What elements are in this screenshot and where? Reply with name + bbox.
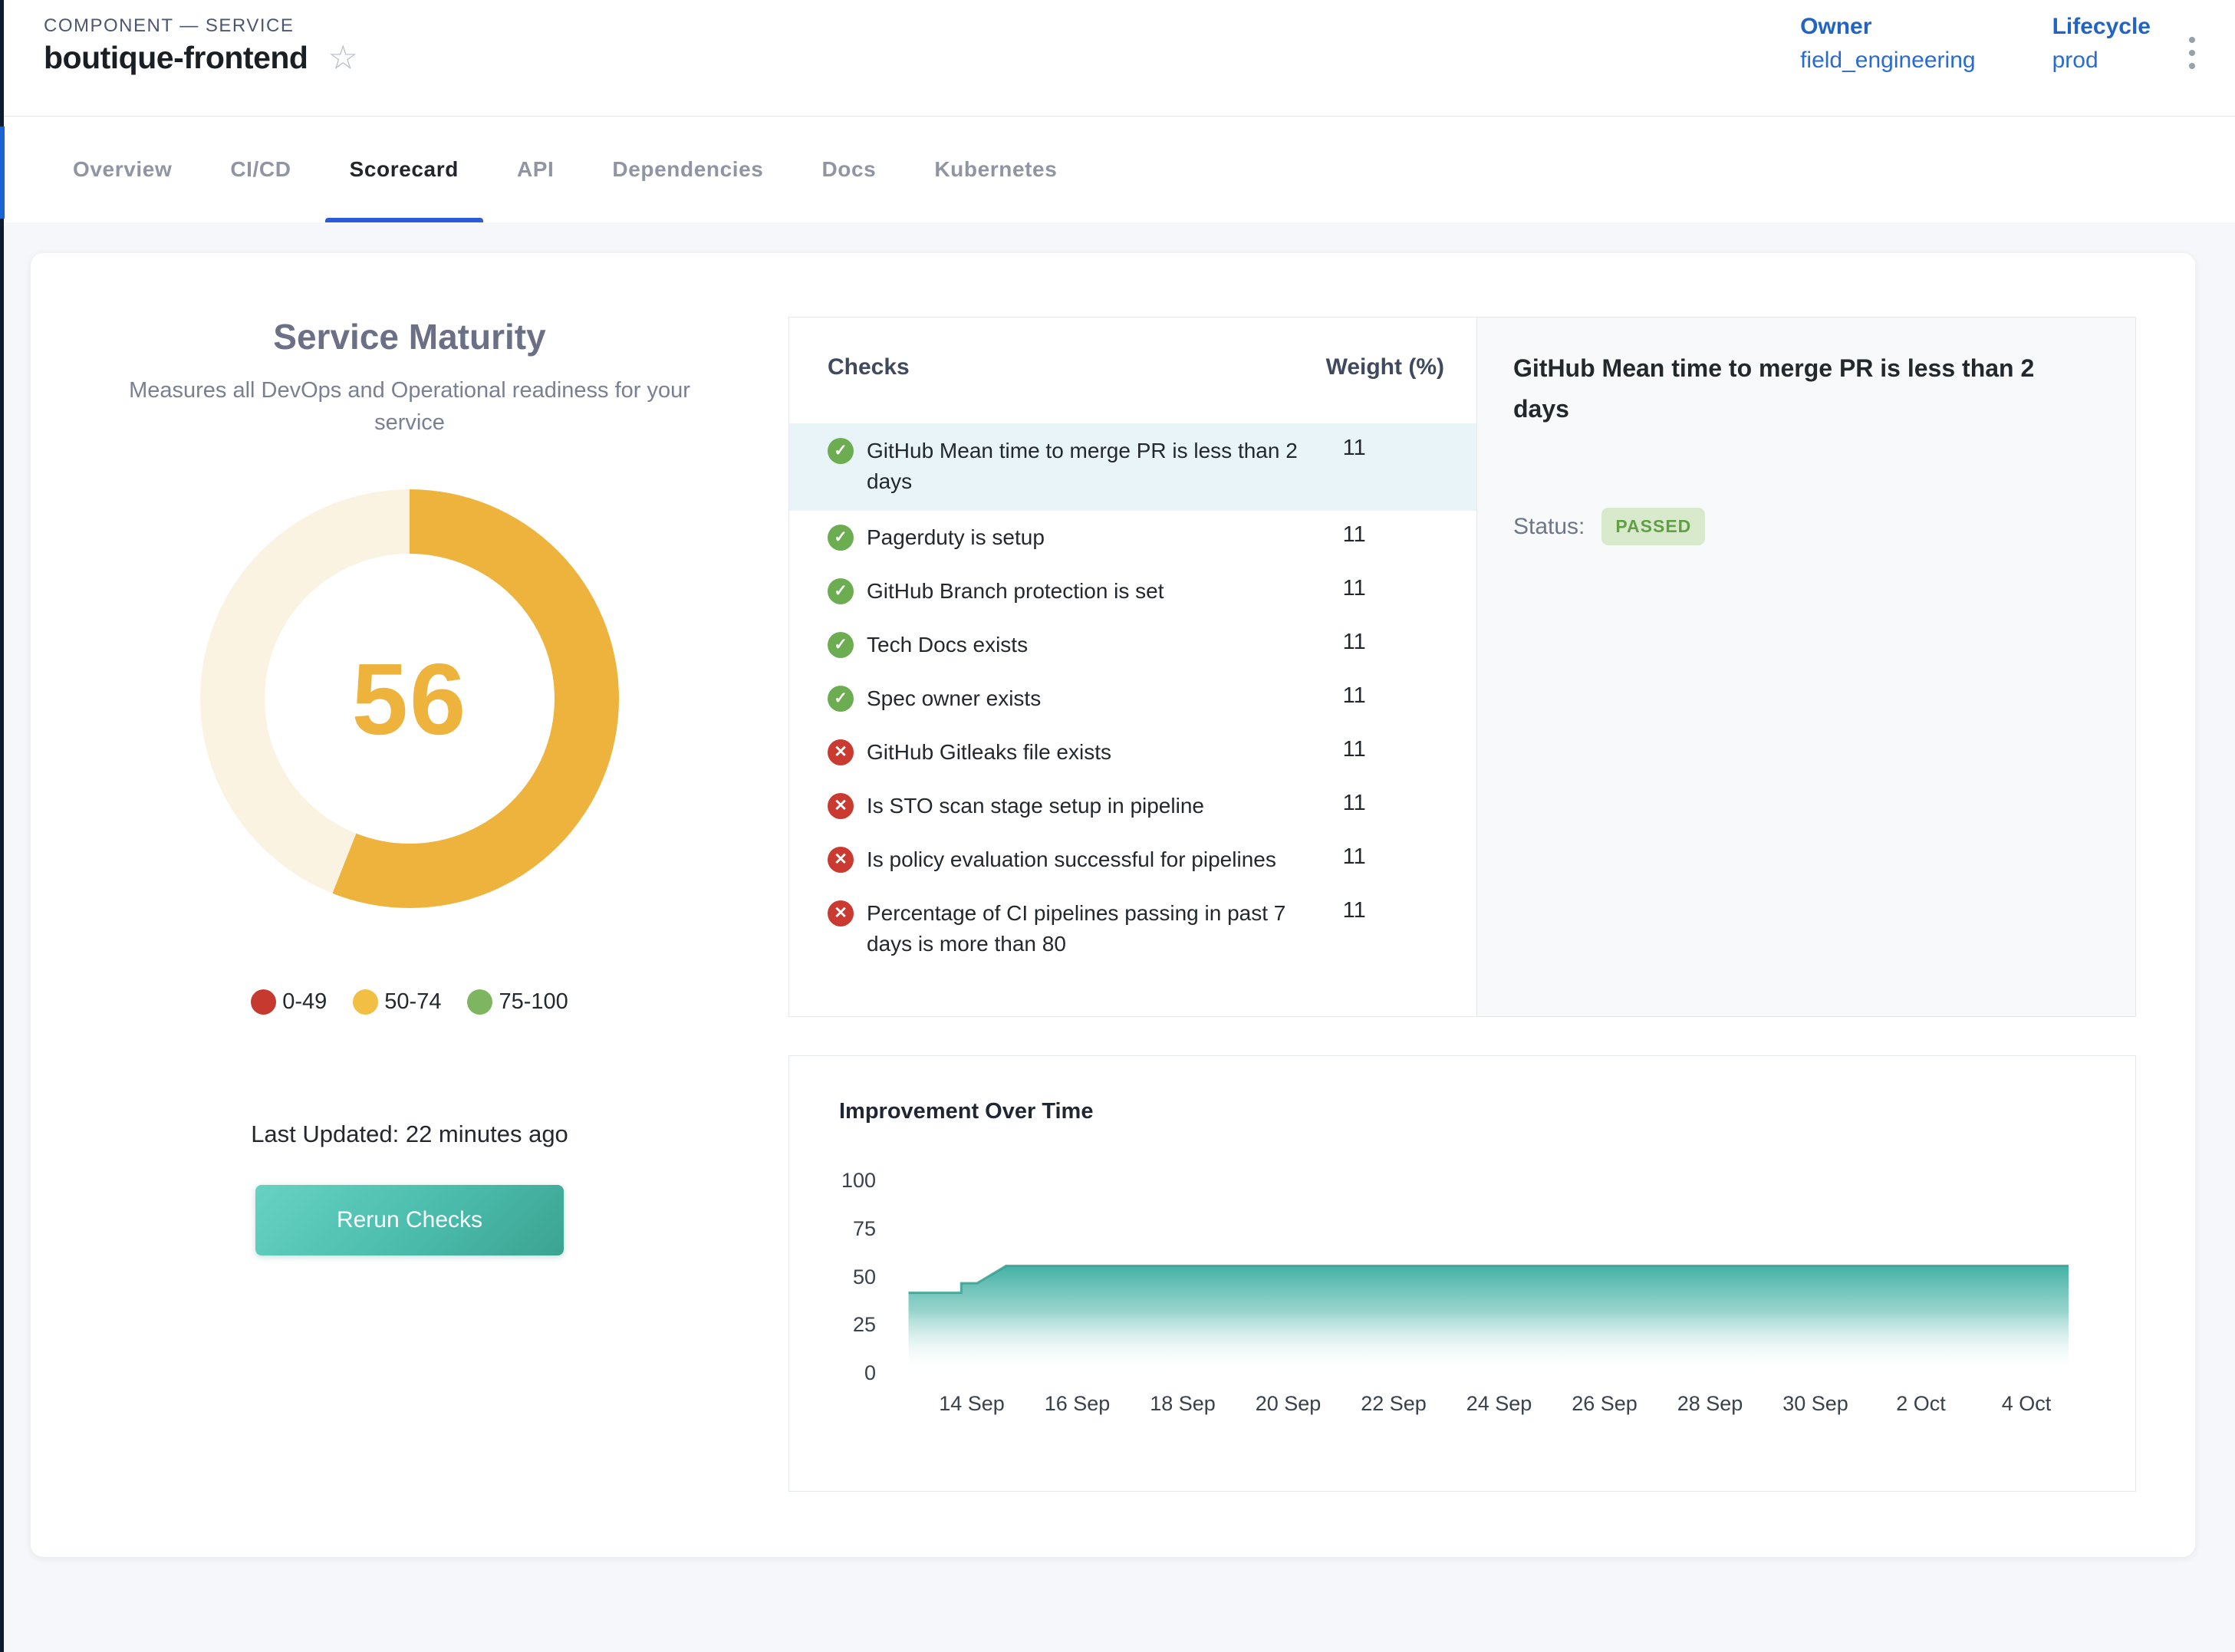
- legend-dot: [251, 989, 276, 1015]
- lifecycle-value: prod: [2052, 48, 2151, 74]
- owner-block: Owner field_engineering: [1800, 14, 1976, 74]
- check-row[interactable]: ✓ GitHub Branch protection is set11: [789, 564, 1476, 618]
- check-weight: 11: [1311, 522, 1460, 548]
- tab-scorecard[interactable]: Scorecard: [321, 117, 488, 222]
- check-label: GitHub Branch protection is set: [867, 576, 1311, 607]
- legend-label: 0-49: [282, 989, 327, 1015]
- tab-dependencies[interactable]: Dependencies: [583, 117, 792, 222]
- checks-column-header: Checks: [828, 354, 1306, 380]
- rerun-checks-button[interactable]: Rerun Checks: [255, 1185, 564, 1255]
- tab-docs[interactable]: Docs: [792, 117, 905, 222]
- owner-value[interactable]: field_engineering: [1800, 48, 1976, 74]
- score-donut-hole: 56: [265, 554, 555, 844]
- tab-overview[interactable]: Overview: [44, 117, 201, 222]
- check-circle-icon: ✓: [828, 632, 854, 658]
- check-detail-title: GitHub Mean time to merge PR is less tha…: [1513, 348, 2043, 429]
- breadcrumb: COMPONENT — SERVICE: [44, 15, 294, 37]
- weight-column-header: Weight (%): [1306, 354, 1460, 380]
- x-circle-icon: ✕: [828, 847, 854, 873]
- score-donut: 56: [200, 489, 619, 908]
- area-series: [789, 1056, 2137, 1492]
- check-label: Is policy evaluation successful for pipe…: [867, 844, 1311, 875]
- maturity-title: Service Maturity: [31, 316, 788, 357]
- check-row[interactable]: ✕ Is STO scan stage setup in pipeline11: [789, 779, 1476, 833]
- last-updated: Last Updated: 22 minutes ago: [31, 1121, 788, 1148]
- check-label: Is STO scan stage setup in pipeline: [867, 791, 1311, 821]
- check-weight: 11: [1311, 898, 1460, 923]
- chart-plot: 100755025014 Sep16 Sep18 Sep20 Sep22 Sep…: [789, 1056, 2135, 1491]
- check-label: GitHub Mean time to merge PR is less tha…: [867, 436, 1311, 497]
- content-area: Service Maturity Measures all DevOps and…: [0, 222, 2235, 1652]
- check-weight: 11: [1311, 576, 1460, 601]
- favorite-star-icon[interactable]: ☆: [328, 41, 357, 75]
- check-weight: 11: [1311, 436, 1460, 461]
- main-card: Service Maturity Measures all DevOps and…: [31, 253, 2195, 1557]
- legend-item: 0-49: [251, 989, 327, 1015]
- legend-label: 75-100: [499, 989, 568, 1015]
- check-circle-icon: ✓: [828, 578, 854, 604]
- check-circle-icon: ✓: [828, 525, 854, 551]
- legend-item: 75-100: [467, 989, 568, 1015]
- status-label: Status:: [1513, 514, 1585, 540]
- legend-dot: [353, 989, 378, 1015]
- check-row[interactable]: ✓ Tech Docs exists11: [789, 618, 1476, 672]
- x-circle-icon: ✕: [828, 900, 854, 926]
- lifecycle-block: Lifecycle prod: [2052, 14, 2151, 74]
- check-label: Pagerduty is setup: [867, 522, 1311, 553]
- app-header: COMPONENT — SERVICE boutique-frontend ☆ …: [0, 0, 2235, 117]
- legend-dot: [467, 989, 492, 1015]
- maturity-panel: Service Maturity Measures all DevOps and…: [31, 253, 788, 1557]
- check-row[interactable]: ✓ Pagerduty is setup11: [789, 511, 1476, 564]
- check-row[interactable]: ✕ Percentage of CI pipelines passing in p…: [789, 887, 1476, 971]
- page-title: boutique-frontend: [44, 40, 308, 76]
- checks-list-header: Checks Weight (%): [789, 351, 1476, 383]
- check-weight: 11: [1311, 683, 1460, 709]
- scorecard-page: COMPONENT — SERVICE boutique-frontend ☆ …: [0, 0, 2235, 1652]
- score-value: 56: [352, 641, 468, 757]
- x-circle-icon: ✕: [828, 793, 854, 819]
- maturity-subtitle: Measures all DevOps and Operational read…: [114, 374, 705, 439]
- legend-label: 50-74: [384, 989, 441, 1015]
- check-label: Tech Docs exists: [867, 630, 1311, 660]
- check-weight: 11: [1311, 791, 1460, 816]
- tab-kubernetes[interactable]: Kubernetes: [905, 117, 1086, 222]
- status-badge: PASSED: [1601, 508, 1705, 545]
- score-legend: 0-49 50-74 75-100: [31, 989, 788, 1015]
- legend-item: 50-74: [353, 989, 441, 1015]
- check-circle-icon: ✓: [828, 686, 854, 712]
- tab-ci-cd[interactable]: CI/CD: [201, 117, 320, 222]
- check-row[interactable]: ✓ Spec owner exists11: [789, 672, 1476, 726]
- tab-bar: OverviewCI/CDScorecardAPIDependenciesDoc…: [0, 117, 2235, 222]
- improvement-chart: Improvement Over Time 100755025014 Sep16…: [788, 1055, 2136, 1492]
- check-label: Spec owner exists: [867, 683, 1311, 714]
- check-weight: 11: [1311, 630, 1460, 655]
- check-row[interactable]: ✓ GitHub Mean time to merge PR is less th…: [789, 423, 1476, 511]
- check-circle-icon: ✓: [828, 438, 854, 464]
- sidebar-edge: [0, 0, 4, 1652]
- kebab-menu-icon[interactable]: [2183, 31, 2201, 75]
- check-rows: ✓ GitHub Mean time to merge PR is less th…: [789, 423, 1476, 971]
- tab-api[interactable]: API: [488, 117, 583, 222]
- checks-section: Checks Weight (%) ✓ GitHub Mean time to m…: [788, 317, 2136, 1017]
- check-label: GitHub Gitleaks file exists: [867, 737, 1311, 768]
- check-row[interactable]: ✕ Is policy evaluation successful for pip…: [789, 833, 1476, 887]
- owner-label: Owner: [1800, 14, 1976, 40]
- x-circle-icon: ✕: [828, 739, 854, 765]
- check-label: Percentage of CI pipelines passing in pa…: [867, 898, 1311, 959]
- check-row[interactable]: ✕ GitHub Gitleaks file exists11: [789, 726, 1476, 779]
- sidebar-active-indicator: [0, 127, 5, 219]
- checks-list: Checks Weight (%) ✓ GitHub Mean time to m…: [789, 318, 1476, 1016]
- check-detail-panel: GitHub Mean time to merge PR is less tha…: [1476, 318, 2135, 1016]
- check-weight: 11: [1311, 844, 1460, 870]
- check-weight: 11: [1311, 737, 1460, 762]
- lifecycle-label: Lifecycle: [2052, 14, 2151, 40]
